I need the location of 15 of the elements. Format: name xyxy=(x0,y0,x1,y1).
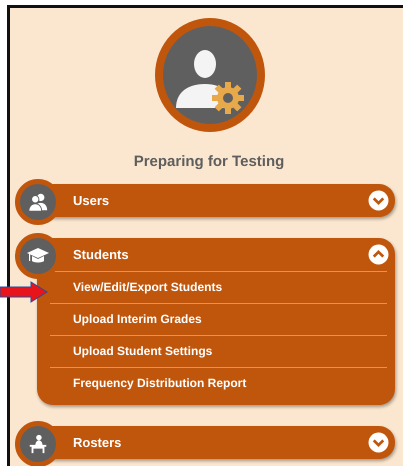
section-header[interactable]: Users xyxy=(37,184,395,217)
people-icon xyxy=(27,191,49,213)
chevron-down-icon[interactable] xyxy=(368,432,389,453)
menu-link[interactable]: Upload Student Settings xyxy=(50,335,387,367)
user-gear-icon xyxy=(152,16,268,134)
panel-title: Preparing for Testing xyxy=(134,153,284,170)
menu-link[interactable]: Upload Interim Grades xyxy=(50,303,387,335)
chevron-up-icon[interactable] xyxy=(368,244,389,265)
pointer-arrow xyxy=(0,281,48,303)
section-header[interactable]: Students xyxy=(37,238,395,271)
person-at-desk-icon xyxy=(27,433,49,455)
menu-link[interactable]: View/Edit/Export Students xyxy=(50,271,387,303)
menu-link[interactable]: Frequency Distribution Report xyxy=(50,367,387,399)
chevron-down-icon[interactable] xyxy=(368,190,389,211)
section-header[interactable]: Rosters xyxy=(37,426,395,459)
